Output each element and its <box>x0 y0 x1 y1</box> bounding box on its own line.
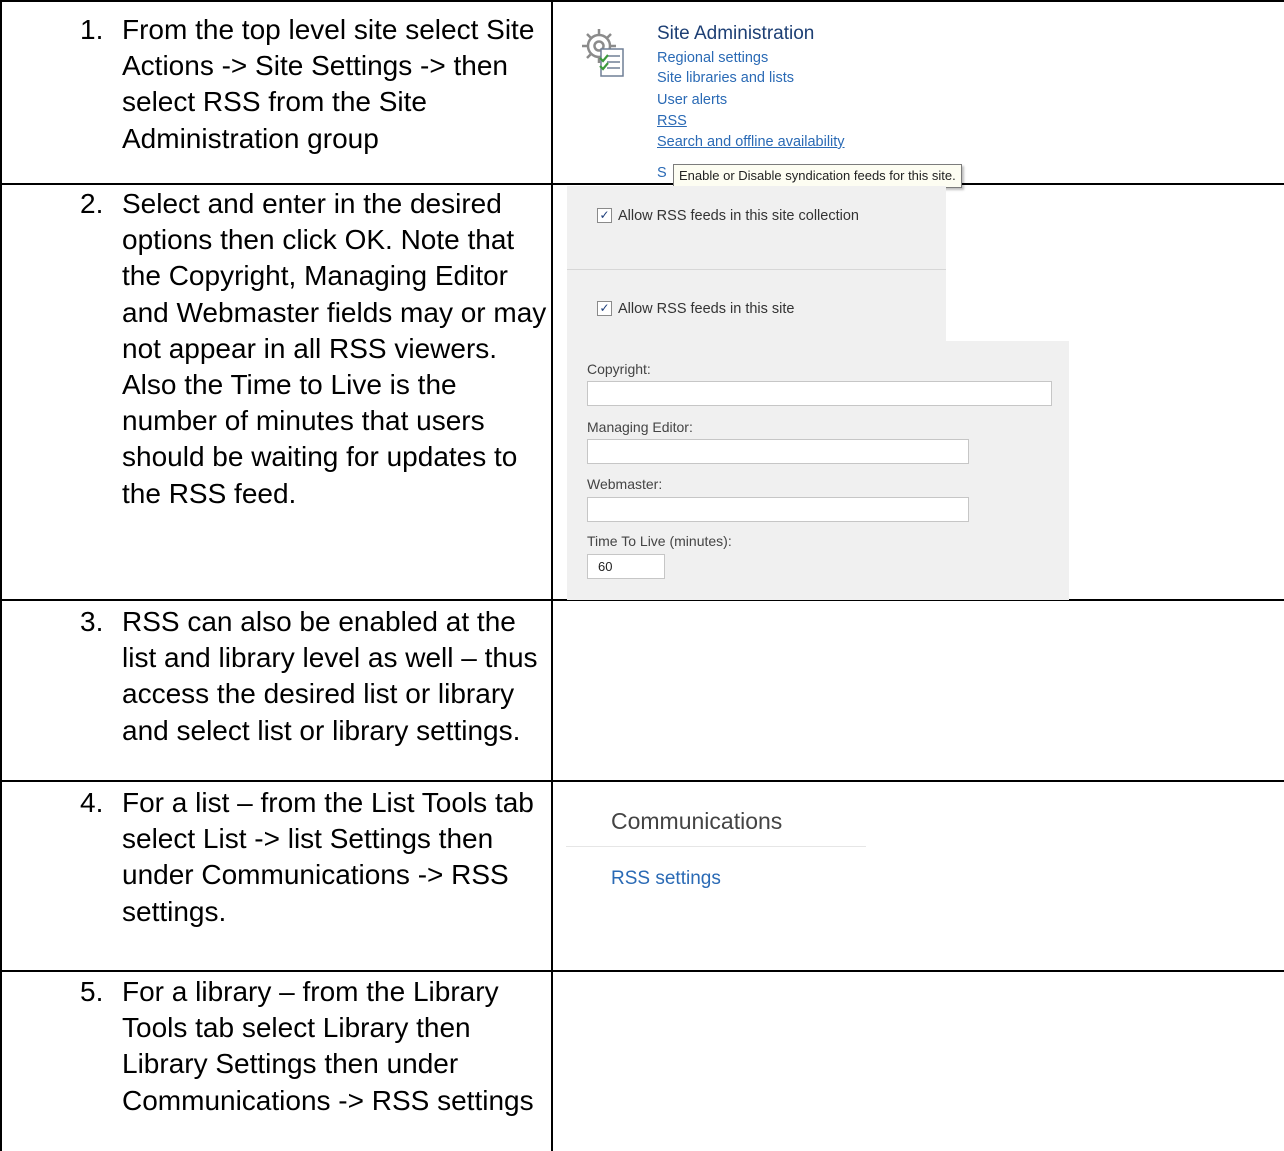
step-number: 3. <box>80 606 104 637</box>
step-4: 4. For a list – from the List Tools tab … <box>80 785 550 930</box>
managing-editor-input[interactable] <box>587 439 969 464</box>
communications-separator <box>566 846 866 847</box>
communications-heading: Communications <box>611 808 783 834</box>
managing-editor-label: Managing Editor: <box>587 419 693 435</box>
rss-link[interactable]: RSS <box>657 113 687 129</box>
user-alerts-link[interactable]: User alerts <box>657 92 727 108</box>
allow-rss-site-checkbox[interactable]: ✓ <box>597 301 612 316</box>
step-1: 1. From the top level site select Site A… <box>80 12 550 157</box>
rss-allow-options-panel: ✓ Allow RSS feeds in this site collectio… <box>567 186 946 341</box>
step-text: For a library – from the Library Tools t… <box>122 976 534 1116</box>
step-5: 5. For a library – from the Library Tool… <box>80 974 550 1119</box>
step-text: For a list – from the List Tools tab sel… <box>122 787 534 927</box>
row-divider-4 <box>0 970 1284 972</box>
webmaster-label: Webmaster: <box>587 476 663 492</box>
webmaster-input[interactable] <box>587 497 969 522</box>
site-administration-panel: Site Administration Regional settings Si… <box>555 12 1065 188</box>
time-to-live-label: Time To Live (minutes): <box>587 533 732 549</box>
step-number: 4. <box>80 787 104 818</box>
site-settings-gear-icon <box>582 29 624 77</box>
step-number: 2. <box>80 188 104 219</box>
step-number: 1. <box>80 14 104 45</box>
rss-settings-link[interactable]: RSS settings <box>611 868 721 890</box>
search-offline-availability-link[interactable]: Search and offline availability <box>657 134 845 150</box>
step-2: 2. Select and enter in the desired optio… <box>80 186 550 512</box>
rss-fields-panel: Copyright: Managing Editor: Webmaster: T… <box>567 341 1069 600</box>
step-number: 5. <box>80 976 104 1007</box>
site-administration-title: Site Administration <box>657 23 815 44</box>
allow-rss-site-collection-label: Allow RSS feeds in this site collection <box>618 208 859 224</box>
column-divider <box>551 0 553 1151</box>
step-text: RSS can also be enabled at the list and … <box>122 606 538 746</box>
rss-tooltip: Enable or Disable syndication feeds for … <box>673 164 962 188</box>
row-divider-3 <box>0 780 1284 782</box>
step-text: From the top level site select Site Acti… <box>122 14 535 154</box>
options-separator <box>567 269 946 270</box>
copyright-input[interactable] <box>587 381 1052 406</box>
allow-rss-site-collection-checkbox[interactable]: ✓ <box>597 208 612 223</box>
communications-panel: Communications RSS settings <box>566 795 866 915</box>
copyright-label: Copyright: <box>587 361 651 377</box>
step-3: 3. RSS can also be enabled at the list a… <box>80 604 550 749</box>
time-to-live-input[interactable]: 60 <box>587 554 665 579</box>
step-text: Select and enter in the desired options … <box>122 188 547 509</box>
regional-settings-link[interactable]: Regional settings <box>657 50 768 66</box>
partially-hidden-link[interactable]: S <box>657 165 667 181</box>
table-border-left <box>0 0 2 1151</box>
site-libraries-lists-link[interactable]: Site libraries and lists <box>657 70 794 86</box>
allow-rss-site-label: Allow RSS feeds in this site <box>618 301 795 317</box>
table-border-top <box>0 0 1284 2</box>
